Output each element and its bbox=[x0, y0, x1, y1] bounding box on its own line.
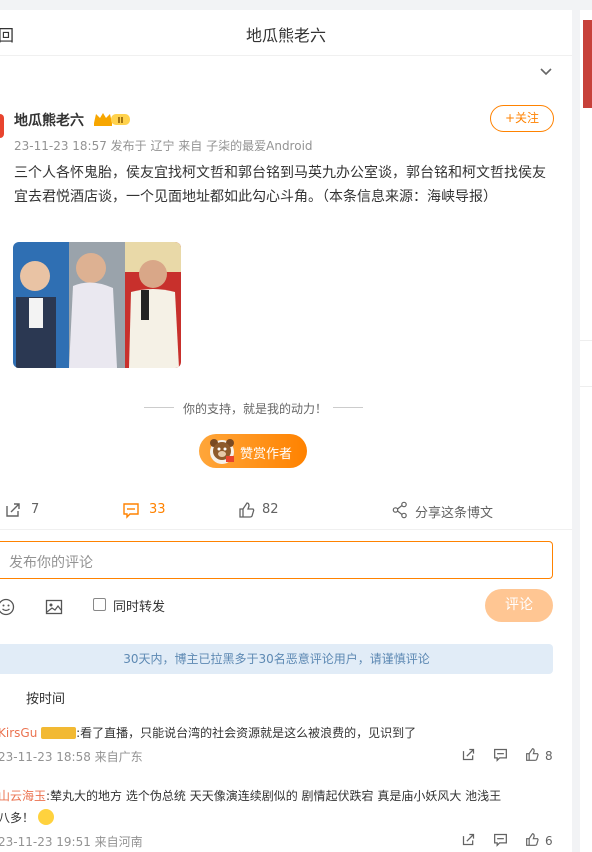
notice-banner: 30天内，博主已拉黑多于30名恶意评论用户，请谨慎评论 bbox=[0, 644, 553, 674]
repost-icon bbox=[6, 503, 20, 517]
repost-icon[interactable] bbox=[461, 747, 476, 762]
comment-text: :辇丸大的地方 选个伪总统 天天像演连续剧似的 剧情起伏跌宕 真是庙小妖风大 池… bbox=[46, 789, 502, 803]
comment-count: 33 bbox=[149, 502, 166, 517]
fan-badge-icon bbox=[41, 726, 77, 739]
reward-label: 赞赏作者 bbox=[240, 447, 293, 462]
reward-button[interactable]: 赞赏作者 bbox=[199, 434, 307, 468]
right-sidebar-edge bbox=[580, 10, 592, 852]
grin-emoji-icon bbox=[37, 808, 54, 825]
chevron-down-icon[interactable] bbox=[539, 65, 553, 79]
comment-meta: 23-11-23 19:51 来自河南 bbox=[0, 835, 143, 849]
like-icon[interactable] bbox=[525, 832, 540, 847]
comment-text-continued: 八多！ bbox=[0, 808, 54, 827]
comment-like-count: 8 bbox=[545, 749, 553, 763]
comment-like-count: 6 bbox=[545, 834, 553, 848]
emoji-icon[interactable] bbox=[0, 598, 15, 616]
sidebar-banner-edge bbox=[583, 20, 592, 108]
post-card: 回 地瓜熊老六 地瓜熊老六 II 23-11-23 18:57 发布于 辽宁 来… bbox=[0, 10, 572, 852]
avatar[interactable] bbox=[0, 114, 4, 138]
comment-icon bbox=[123, 503, 139, 519]
share-label: 分享这条博文 bbox=[415, 506, 494, 521]
comment-placeholder: 发布你的评论 bbox=[9, 555, 93, 571]
repost-label: 同时转发 bbox=[113, 600, 166, 615]
author-name[interactable]: 地瓜熊老六 bbox=[14, 110, 84, 130]
action-bar: 7 33 82 分享这条博文 bbox=[0, 490, 572, 530]
like-button[interactable]: 82 bbox=[238, 501, 298, 521]
share-icon bbox=[392, 501, 407, 519]
share-button[interactable]: 分享这条博文 bbox=[392, 501, 502, 521]
repost-icon[interactable] bbox=[461, 832, 476, 847]
sort-by-time[interactable]: 按时间 bbox=[26, 688, 65, 707]
comment-item: 山云海玉:辇丸大的地方 选个伪总统 天天像演连续剧似的 剧情起伏跌宕 真是庙小妖… bbox=[0, 787, 501, 804]
post-image[interactable] bbox=[13, 242, 181, 368]
divider bbox=[580, 386, 592, 387]
submit-comment-button[interactable]: 评论 bbox=[485, 589, 553, 622]
like-icon bbox=[239, 502, 255, 518]
comment-text: 八多！ bbox=[0, 811, 35, 825]
repost-button[interactable]: 7 bbox=[4, 501, 64, 521]
reply-icon[interactable] bbox=[493, 832, 508, 847]
repost-count: 7 bbox=[31, 502, 40, 517]
page-header: 回 地瓜熊老六 bbox=[0, 10, 572, 56]
image-upload-icon[interactable] bbox=[45, 598, 63, 616]
post-content: 三个人各怀鬼胎，侯友宜找柯文哲和郭台铭到马英九办公室谈，郭台铭和柯文哲找侯友宜去… bbox=[14, 165, 546, 205]
support-text: 你的支持，就是我的动力！ bbox=[182, 402, 327, 416]
comment-button[interactable]: 33 bbox=[122, 501, 182, 521]
top-strip bbox=[0, 0, 592, 10]
divider bbox=[580, 340, 592, 341]
like-count: 82 bbox=[262, 502, 279, 517]
svg-text:II: II bbox=[118, 116, 124, 125]
post-meta: 23-11-23 18:57 发布于 辽宁 来自 子柒的最爱Android bbox=[14, 139, 313, 153]
bear-mascot-icon bbox=[210, 439, 234, 464]
follow-button[interactable]: +关注 bbox=[490, 105, 554, 132]
comment-nick[interactable]: KirsGu bbox=[0, 726, 37, 740]
crown-badge-icon: II bbox=[94, 113, 130, 126]
repost-checkbox[interactable] bbox=[93, 598, 106, 611]
comment-text: :看了直播，只能说台湾的社会资源就是这么被浪费的，见识到了 bbox=[76, 726, 417, 740]
comment-item: KirsGu :看了直播，只能说台湾的社会资源就是这么被浪费的，见识到了 bbox=[0, 724, 416, 741]
divider bbox=[333, 407, 363, 408]
post-image-graphic bbox=[13, 242, 181, 368]
comment-input[interactable]: 发布你的评论 bbox=[0, 541, 553, 579]
comment-nick[interactable]: 山云海玉 bbox=[0, 789, 46, 803]
comment-meta: 23-11-23 18:58 来自广东 bbox=[0, 750, 143, 764]
like-icon[interactable] bbox=[525, 747, 540, 762]
reply-icon[interactable] bbox=[493, 747, 508, 762]
page-title: 地瓜熊老六 bbox=[245, 26, 326, 45]
